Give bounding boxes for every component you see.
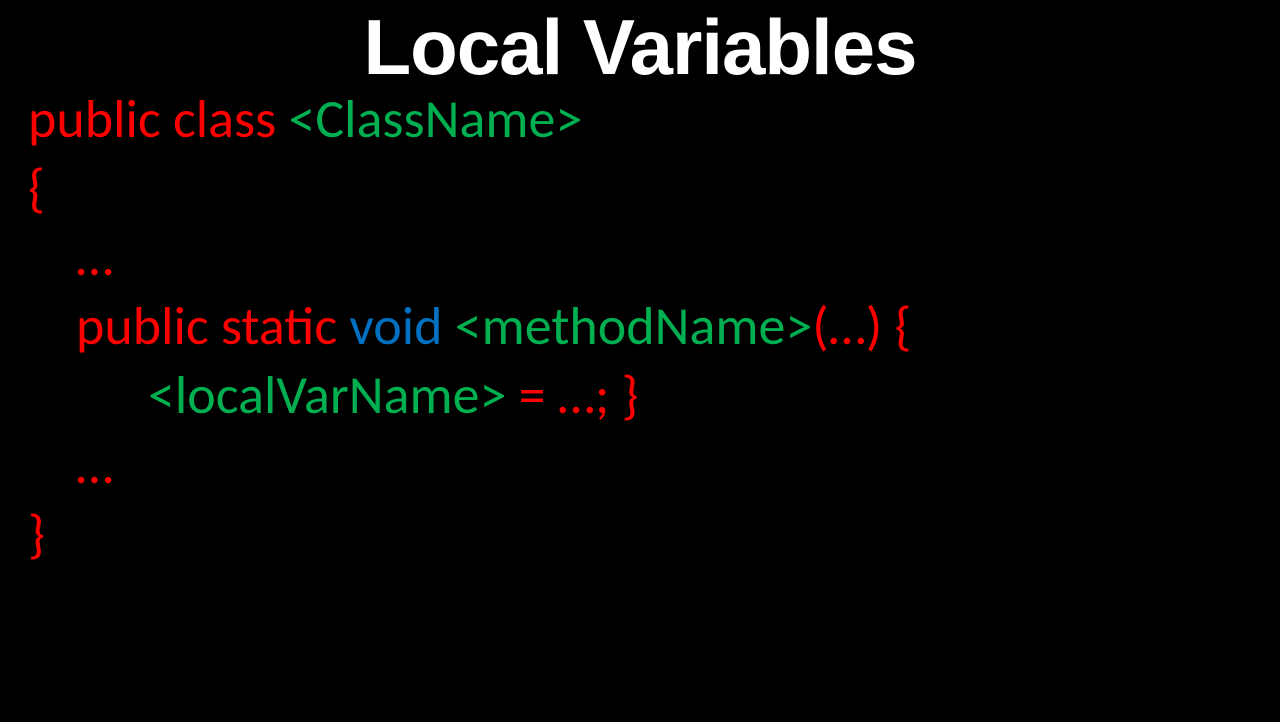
code-line-2: { [28, 154, 1280, 223]
code-line-5: <localVarName> = …; } [28, 361, 1280, 430]
keyword-public-class: public class [28, 86, 288, 152]
code-line-3: … [28, 223, 1280, 292]
code-line-6: … [28, 431, 1280, 500]
placeholder-methodname: <methodName> [455, 293, 813, 359]
ellipsis-1: … [76, 224, 113, 290]
ellipsis-2: … [76, 432, 113, 498]
keyword-void: void [349, 293, 454, 359]
open-brace: { [28, 155, 45, 221]
placeholder-classname: <ClassName> [288, 86, 582, 152]
paren-open-brace: (…) { [812, 293, 911, 359]
code-block: public class <ClassName> { … public stat… [0, 85, 1280, 569]
close-brace: } [28, 501, 45, 567]
slide-title: Local Variables [0, 2, 1280, 93]
placeholder-localvar: <localVarName> [148, 362, 506, 428]
code-line-7: } [28, 500, 1280, 569]
keyword-public-static: public static [76, 293, 349, 359]
assign-close-brace: = …; } [506, 362, 638, 428]
slide-container: Local Variables public class <ClassName>… [0, 2, 1280, 722]
code-line-1: public class <ClassName> [28, 85, 1280, 154]
code-line-4: public static void <methodName>(…) { [28, 292, 1280, 361]
